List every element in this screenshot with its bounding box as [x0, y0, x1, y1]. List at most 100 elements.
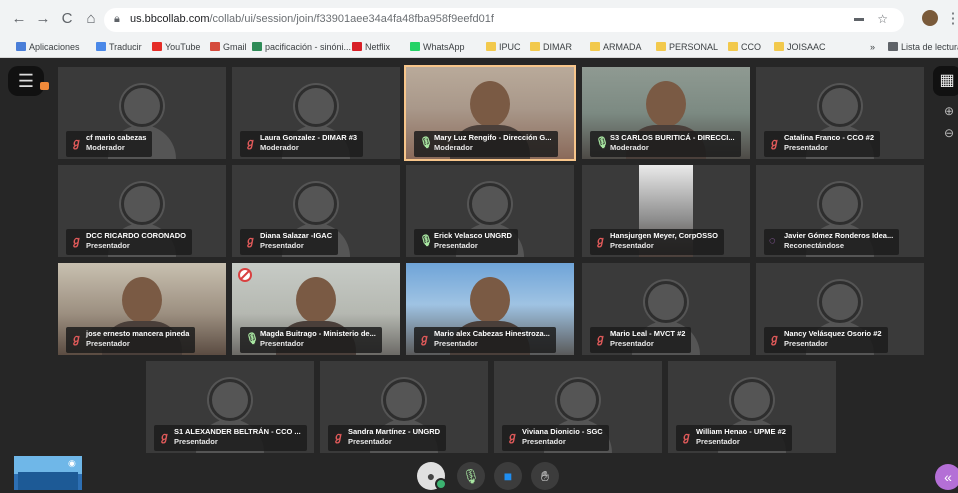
participant-tile[interactable]: 🎙︎ S3 CARLOS BURITICÁ - DIRECCI... Moderad… — [582, 67, 750, 159]
back-icon[interactable]: ← — [10, 10, 28, 28]
tab-cast-icon[interactable]: ▬ — [854, 13, 864, 24]
session-menu-button[interactable]: ☰ — [8, 66, 44, 96]
participant-tile[interactable]: ℊ Laura Gonzalez - DIMAR #3 Moderador — [232, 67, 400, 159]
participant-name: jose ernesto mancera pineda — [86, 329, 190, 338]
participant-label: ℊ Catalina Franco - CCO #2 Presentador — [764, 131, 881, 157]
participant-label: ℊ Mario Leal - MVCT #2 Presentador — [590, 327, 692, 353]
participant-tile[interactable]: ℊ jose ernesto mancera pineda Presentador — [58, 263, 226, 355]
participant-label: ℊ Diana Salazar -IGAC Presentador — [240, 229, 339, 255]
bookmark-item[interactable]: Traducir — [96, 40, 142, 54]
participant-role: Presentador — [434, 339, 478, 348]
bookmark-icon — [252, 42, 262, 51]
participant-label: ℊ S1 ALEXANDER BELTRÁN - CCO ... Presentad… — [154, 425, 307, 451]
participant-name: Catalina Franco - CCO #2 — [784, 133, 875, 142]
bookmark-item[interactable]: pacificación - sinóni... — [252, 40, 351, 54]
participant-label: ℊ Mario alex Cabezas Hinestroza... Present… — [414, 327, 556, 353]
participant-tile[interactable]: ℊ William Henao - UPME #2 Presentador — [668, 361, 836, 453]
grid-view-icon[interactable]: ▦ — [933, 66, 958, 96]
participant-tile[interactable]: 🎙︎ Erick Velasco UNGRD Presentador — [406, 165, 574, 257]
bookmark-icon — [774, 42, 784, 51]
participant-tile[interactable]: ℊ Viviana Dionicio - SGC Presentador — [494, 361, 662, 453]
participant-role: Moderador — [86, 143, 125, 152]
participant-role: Presentador — [784, 339, 828, 348]
bookmark-icon — [656, 42, 666, 51]
chat-panel-toggle-icon[interactable]: « — [935, 464, 958, 490]
participant-tile[interactable]: ℊ DCC RICARDO CORONADO Presentador — [58, 165, 226, 257]
participant-role: Presentador — [434, 241, 478, 250]
bookmark-item[interactable]: JOISAAC — [774, 40, 826, 54]
reading-list-label: Lista de lectura — [901, 42, 958, 52]
camera-icon[interactable]: ■ — [494, 462, 522, 490]
microphone-icon[interactable]: 🎙︎ — [457, 462, 485, 490]
reading-list-button[interactable]: Lista de lectura — [888, 40, 958, 54]
bookmark-item[interactable]: Aplicaciones — [16, 40, 80, 54]
bookmarks-bar: Aplicaciones Traducir YouTube Gmail pacifica… — [0, 36, 958, 56]
participant-tile[interactable]: ℊ Mario Leal - MVCT #2 Presentador — [582, 263, 750, 355]
bookmark-item[interactable]: DIMAR — [530, 40, 572, 54]
bookmark-label: CCO — [741, 42, 761, 52]
mic-muted-icon: ℊ — [71, 333, 82, 345]
participant-tile[interactable]: ℊ Diana Salazar -IGAC Presentador — [232, 165, 400, 257]
bookmark-label: PERSONAL — [669, 42, 719, 52]
participant-face — [296, 277, 336, 323]
participant-tile[interactable]: 🎙︎ Mary Luz Rengifo - Dirección G... Moder… — [404, 65, 576, 161]
forward-icon[interactable]: → — [34, 10, 52, 28]
user-status-icon[interactable]: ● — [417, 462, 447, 490]
bookmark-item[interactable]: Gmail — [210, 40, 247, 54]
avatar-head-icon — [819, 183, 861, 225]
participant-role: Presentador — [260, 339, 304, 348]
mic-on-icon: 🎙︎ — [419, 235, 433, 247]
participant-name: Magda Buitrago - Ministerio de... — [260, 329, 376, 338]
mic-on-icon: 🎙︎ — [245, 333, 259, 345]
mic-muted-icon: ℊ — [769, 137, 780, 149]
participant-name: Sandra Martínez - UNGRD — [348, 427, 441, 436]
participant-role: Presentador — [610, 339, 654, 348]
bookmark-item[interactable]: YouTube — [152, 40, 200, 54]
participant-role: Presentador — [348, 437, 392, 446]
bookmark-item[interactable]: PERSONAL — [656, 40, 718, 54]
url-text[interactable]: us.bbcollab.com/collab/ui/session/join/f… — [130, 13, 494, 25]
mic-muted-icon: ℊ — [245, 137, 256, 149]
avatar-head-icon — [557, 379, 599, 421]
bookmark-label: Gmail — [223, 42, 247, 52]
participant-name: S3 CARLOS BURITICÁ - DIRECCI... — [610, 133, 735, 142]
bookmark-label: IPUC — [499, 42, 521, 52]
participant-label: ◌ Javier Gómez Ronderos Idea... Reconectán… — [764, 229, 900, 255]
participant-tile[interactable]: ℊ Catalina Franco - CCO #2 Presentador — [756, 67, 924, 159]
participant-role: Presentador — [86, 339, 130, 348]
browser-menu-icon[interactable]: ⋮ — [944, 10, 958, 28]
participant-label: ℊ jose ernesto mancera pineda Presentador — [66, 327, 196, 353]
bookmark-star-icon[interactable]: ☆ — [877, 12, 888, 26]
participant-tile[interactable]: ℊ Mario alex Cabezas Hinestroza... Present… — [406, 263, 574, 355]
participant-tile[interactable]: ℊ Sandra Martínez - UNGRD Presentador — [320, 361, 488, 453]
mic-muted-icon: ℊ — [71, 235, 82, 247]
bookmark-item[interactable]: ARMADA — [590, 40, 642, 54]
participant-tile[interactable]: ℊ S1 ALEXANDER BELTRÁN - CCO ... Presentad… — [146, 361, 314, 453]
bookmark-label: pacificación - sinóni... — [265, 42, 352, 52]
home-icon[interactable]: ⌂ — [82, 10, 100, 28]
participant-tile[interactable]: ℊ cf mario cabezas Moderador — [58, 67, 226, 159]
more-bookmarks-button[interactable]: » — [870, 40, 875, 54]
zoom-out-icon[interactable]: ⊖ — [940, 124, 958, 142]
bookmark-icon — [152, 42, 162, 51]
zoom-in-icon[interactable]: ⊕ — [940, 102, 958, 120]
participant-tile[interactable]: ℊ Nancy Velásquez Osorio #2 Presentador — [756, 263, 924, 355]
avatar-head-icon — [121, 183, 163, 225]
url-bar[interactable]: 🔒︎ us.bbcollab.com/collab/ui/session/joi… — [104, 8, 904, 32]
participant-label: ℊ Laura Gonzalez - DIMAR #3 Moderador — [240, 131, 364, 157]
bookmark-item[interactable]: WhatsApp — [410, 40, 465, 54]
bookmark-icon — [530, 42, 540, 51]
bookmark-item[interactable]: CCO — [728, 40, 761, 54]
participant-tile[interactable]: ℊ Hansjurgen Meyer, CorpOSSO Presentador — [582, 165, 750, 257]
bookmark-icon — [96, 42, 106, 51]
mic-muted-icon: ℊ — [681, 431, 692, 443]
participant-tile[interactable]: ◌ Javier Gómez Ronderos Idea... Reconectán… — [756, 165, 924, 257]
reload-icon[interactable]: C — [58, 10, 76, 28]
raise-hand-icon[interactable]: ✋︎ — [531, 462, 559, 490]
bookmark-item[interactable]: Netflix — [352, 40, 390, 54]
profile-avatar[interactable] — [922, 10, 938, 26]
no-entry-icon — [238, 268, 252, 282]
status-check-icon — [435, 478, 447, 490]
bookmark-item[interactable]: IPUC — [486, 40, 521, 54]
participant-tile[interactable]: 🎙︎ Magda Buitrago - Ministerio de... Prese… — [232, 263, 400, 355]
